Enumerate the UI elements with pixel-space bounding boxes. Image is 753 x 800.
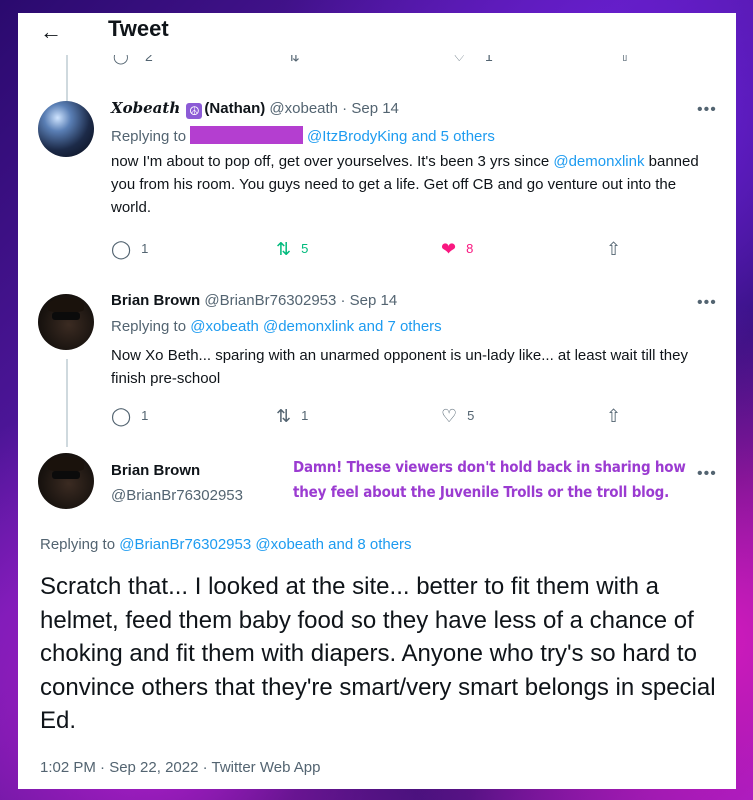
display-name-text: Brian Brown	[111, 462, 201, 479]
more-icon[interactable]: •••	[697, 294, 717, 312]
thread-line	[66, 359, 68, 447]
avatar[interactable]	[38, 294, 94, 350]
display-name[interactable]: Brian Brown	[111, 292, 200, 309]
share-icon[interactable]: ⇧	[619, 55, 631, 65]
replying-to: Replying to @BrianBr76302953 @xobeath an…	[40, 536, 412, 553]
display-name[interactable]: 𝑿𝒐𝒃𝒆𝒂𝒕𝒉	[111, 99, 180, 117]
replying-to-link[interactable]: @BrianBr76302953 @xobeath and 8 others	[119, 536, 411, 553]
like-count: 8	[466, 241, 474, 256]
tweet-header: Brian Brown @BrianBr76302953 · Sep 14	[111, 292, 397, 309]
share-button[interactable]: ⇧	[606, 239, 631, 260]
retweet-icon: ⇅	[276, 406, 292, 426]
redaction	[190, 126, 304, 144]
like-button[interactable]: ❤ 8	[441, 239, 473, 260]
display-name[interactable]: Brian Brown	[111, 462, 200, 479]
reply-button[interactable]: ◯ 1	[111, 239, 148, 260]
page-title: Tweet	[108, 16, 169, 41]
tweet-body: Now Xo Beth... sparing with an unarmed o…	[111, 347, 688, 387]
display-name-suffix[interactable]: (Nathan)	[204, 100, 265, 117]
replying-prefix: Replying to	[111, 128, 187, 145]
overlay-annotation: Damn! These viewers don't hold back in s…	[293, 455, 713, 505]
thread-line	[66, 55, 68, 103]
heart-outline-icon: ♡	[441, 406, 458, 426]
avatar[interactable]	[38, 101, 94, 157]
reply-icon: ◯	[111, 406, 132, 426]
tweet-card: ← Tweet ◯ 2 ⇅ ♡ 1 ⇧ 𝑿𝒐𝒃𝒆𝒂𝒕𝒉 ☮ (Nathan) @x…	[18, 13, 736, 789]
like-button[interactable]: ♡ 5	[441, 406, 474, 427]
mention-link[interactable]: @demonxlink	[553, 153, 644, 170]
tweet-body-text: now I'm about to pop off, get over yours…	[111, 153, 554, 170]
replying-prefix: Replying to	[40, 536, 116, 553]
heart-filled-icon: ❤	[441, 239, 457, 259]
reply-icon[interactable]: ◯	[113, 55, 129, 65]
retweet-count: 5	[301, 241, 309, 256]
tweet-actions: ◯ 1 ⇅ 5 ❤ 8 ⇧	[111, 239, 631, 263]
replying-to-link[interactable]: @ItzBrodyKing and 5 others	[307, 128, 495, 145]
header: ← Tweet	[18, 13, 736, 47]
share-icon: ⇧	[606, 239, 622, 259]
peace-icon: ☮	[186, 103, 203, 119]
tweet-body: now I'm about to pop off, get over yours…	[111, 150, 701, 219]
annotation-line: Damn! These viewers don't hold back in s…	[293, 458, 686, 476]
handle-text: @BrianBr76302953	[111, 487, 243, 504]
retweet-count: 1	[301, 408, 309, 423]
tweet-actions: ◯ 1 ⇅ 1 ♡ 5 ⇧	[111, 406, 631, 430]
like-count: 5	[467, 408, 475, 423]
annotation-line: they feel about the Juvenile Trolls or t…	[293, 483, 670, 501]
reply-count: 2	[145, 55, 153, 64]
handle[interactable]: @BrianBr76302953	[111, 487, 243, 504]
replying-prefix: Replying to	[111, 318, 187, 335]
retweet-button[interactable]: ⇅ 5	[276, 239, 308, 260]
avatar[interactable]	[38, 453, 94, 509]
more-icon[interactable]: •••	[697, 101, 717, 119]
replying-to: Replying to @xobeath @demonxlink and 7 o…	[111, 318, 442, 335]
main-tweet-body: Scratch that... I looked at the site... …	[40, 573, 716, 734]
retweet-icon: ⇅	[276, 239, 292, 259]
arrow-left-icon[interactable]: ←	[40, 19, 62, 45]
reply-button[interactable]: ◯ 1	[111, 406, 148, 427]
reply-count: 1	[141, 241, 149, 256]
handle-date[interactable]: @xobeath · Sep 14	[269, 100, 398, 117]
share-icon: ⇧	[606, 406, 622, 426]
reply-count: 1	[141, 408, 149, 423]
retweet-button[interactable]: ⇅ 1	[276, 406, 308, 427]
reply-icon: ◯	[111, 239, 132, 259]
tweet-header: 𝑿𝒐𝒃𝒆𝒂𝒕𝒉 ☮ (Nathan) @xobeath · Sep 14	[111, 99, 399, 119]
handle-date[interactable]: @BrianBr76302953 · Sep 14	[204, 292, 397, 309]
retweet-icon[interactable]: ⇅	[288, 55, 300, 65]
tweet-timestamp[interactable]: 1:02 PM · Sep 22, 2022 · Twitter Web App	[40, 759, 320, 776]
share-button[interactable]: ⇧	[606, 406, 631, 427]
replying-to-link[interactable]: @xobeath @demonxlink and 7 others	[190, 318, 441, 335]
like-count: 1	[485, 55, 493, 64]
like-icon[interactable]: ♡	[453, 55, 466, 65]
previous-tweet-actions: ◯ 2 ⇅ ♡ 1 ⇧	[113, 55, 643, 69]
replying-to: Replying to @ItzBrodyKing and 5 others	[111, 126, 495, 145]
